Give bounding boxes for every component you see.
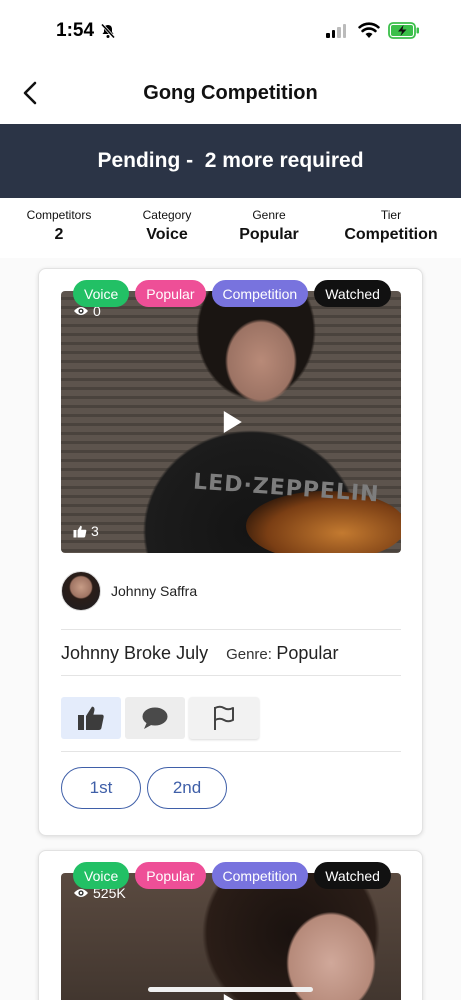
badge-watched: Watched bbox=[314, 862, 391, 889]
rank-buttons: 1st 2nd bbox=[61, 767, 227, 809]
wifi-icon bbox=[358, 22, 380, 38]
rank-second-button[interactable]: 2nd bbox=[147, 767, 227, 809]
video-player[interactable]: 525K bbox=[61, 873, 401, 1000]
silent-bell-icon bbox=[100, 23, 116, 39]
submission-card: Voice Popular Competition Watched 525K bbox=[38, 850, 423, 1000]
meta-competitors: Competitors 2 bbox=[18, 208, 100, 244]
comment-icon bbox=[142, 707, 168, 729]
badge-watched: Watched bbox=[314, 280, 391, 307]
genre-label: Genre: bbox=[226, 646, 272, 663]
meta-value: Voice bbox=[146, 226, 188, 243]
flag-button[interactable] bbox=[189, 697, 259, 739]
status-bar: 1:54 bbox=[0, 0, 461, 62]
meta-label: Category bbox=[142, 208, 192, 222]
thumbs-up-icon bbox=[78, 706, 104, 730]
play-icon[interactable] bbox=[223, 411, 242, 433]
play-icon[interactable] bbox=[223, 994, 242, 1000]
rank-first-button[interactable]: 1st bbox=[61, 767, 141, 809]
badge-row: Voice Popular Competition Watched bbox=[73, 862, 391, 889]
flag-icon bbox=[214, 705, 234, 730]
like-count-value: 3 bbox=[91, 523, 99, 539]
genre-value: Popular bbox=[276, 643, 339, 663]
meta-label: Genre bbox=[252, 208, 286, 222]
badge-competition: Competition bbox=[211, 280, 309, 307]
badge-popular: Popular bbox=[135, 280, 206, 307]
avatar[interactable] bbox=[61, 571, 101, 611]
meta-label: Competitors bbox=[26, 208, 92, 222]
song-row: Johnny Broke July Genre: Popular bbox=[61, 643, 338, 664]
pending-banner: Pending - 2 more required bbox=[0, 124, 461, 198]
meta-tier: Tier Competition bbox=[336, 208, 446, 244]
action-bar bbox=[61, 697, 259, 739]
nav-bar: Gong Competition bbox=[0, 62, 461, 124]
page-title: Gong Competition bbox=[143, 82, 318, 104]
meta-genre: Genre Popular bbox=[229, 208, 309, 244]
home-indicator[interactable] bbox=[148, 987, 313, 992]
meta-value: 2 bbox=[54, 226, 64, 243]
badge-row: Voice Popular Competition Watched bbox=[73, 280, 391, 307]
badge-popular: Popular bbox=[135, 862, 206, 889]
meta-category: Category Voice bbox=[127, 208, 207, 244]
author-row[interactable]: Johnny Saffra bbox=[61, 571, 197, 611]
badge-voice: Voice bbox=[73, 280, 130, 307]
like-button[interactable] bbox=[61, 697, 121, 739]
status-time: 1:54 bbox=[56, 20, 95, 41]
submission-card: Voice Popular Competition Watched LED·ZE… bbox=[38, 268, 423, 836]
battery-charging-icon bbox=[388, 22, 419, 39]
meta-value: Competition bbox=[344, 226, 438, 243]
divider bbox=[61, 629, 401, 630]
badge-voice: Voice bbox=[73, 862, 130, 889]
author-name[interactable]: Johnny Saffra bbox=[111, 583, 197, 599]
thumbs-up-icon bbox=[73, 525, 87, 537]
video-player[interactable]: LED·ZEPPELIN 0 3 bbox=[61, 291, 401, 553]
song-title: Johnny Broke July bbox=[61, 643, 209, 663]
divider bbox=[61, 751, 401, 752]
divider bbox=[61, 675, 401, 676]
meta-value: Popular bbox=[239, 226, 299, 243]
badge-competition: Competition bbox=[211, 862, 309, 889]
meta-label: Tier bbox=[380, 208, 402, 222]
signal-icon bbox=[326, 24, 346, 38]
competition-meta: Competitors 2 Category Voice Genre Popul… bbox=[0, 198, 461, 258]
pending-text: Pending - 2 more required bbox=[97, 149, 364, 172]
like-count: 3 bbox=[73, 523, 99, 539]
comment-button[interactable] bbox=[125, 697, 185, 739]
